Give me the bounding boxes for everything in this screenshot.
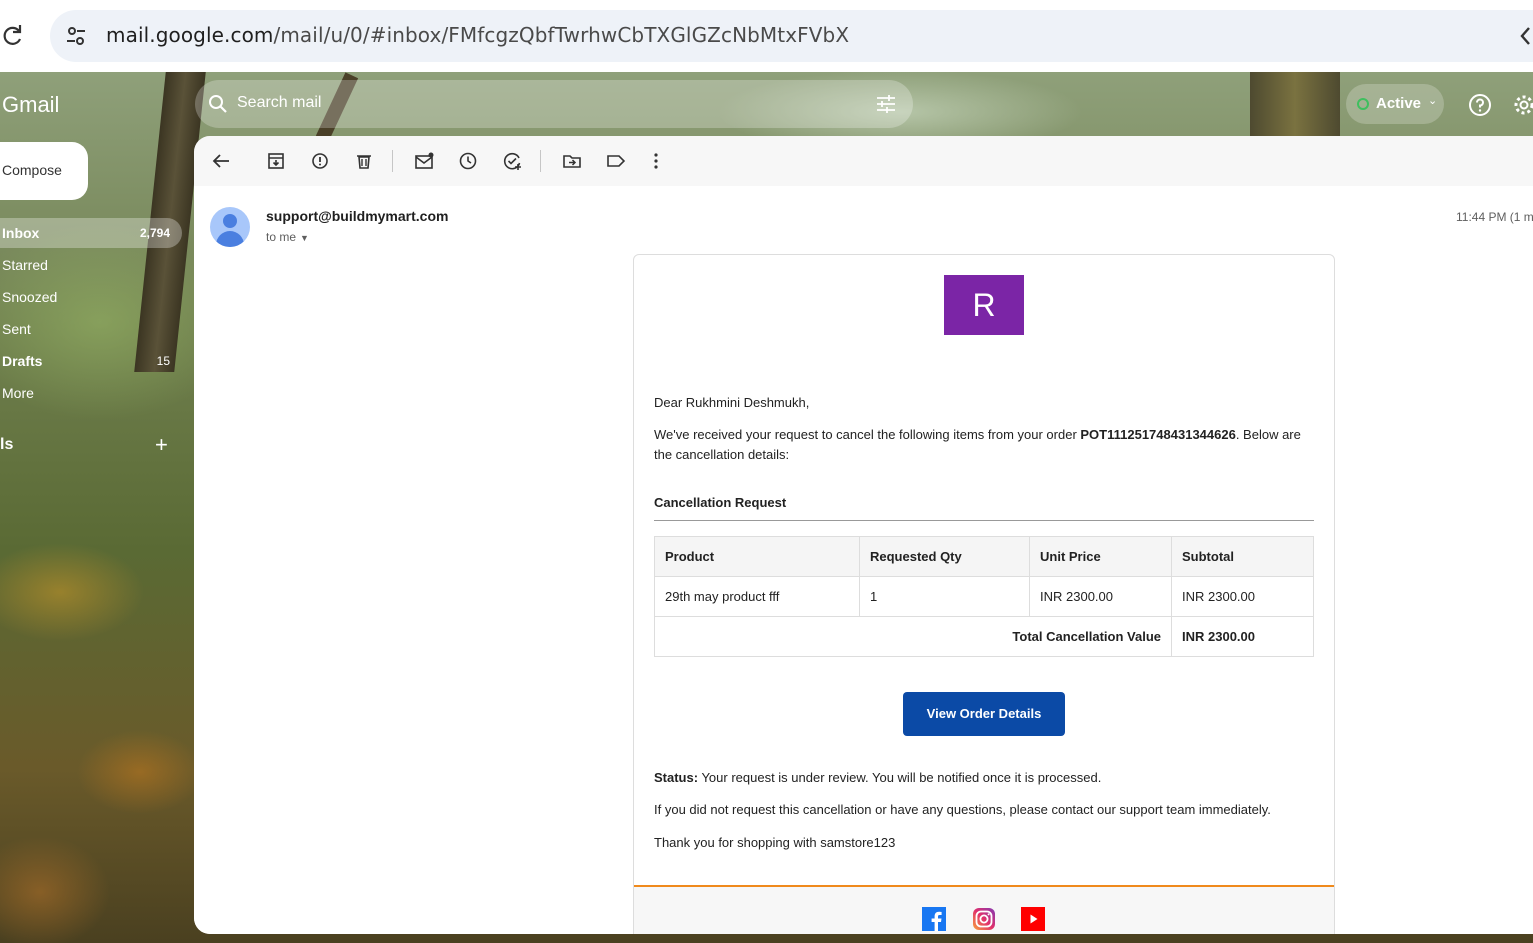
url-host: mail.google.com <box>106 23 274 47</box>
intro-paragraph: We've received your request to cancel th… <box>654 425 1314 465</box>
sidebar-item-sent[interactable]: Sent <box>0 314 182 344</box>
url-text[interactable]: mail.google.com/mail/u/0/#inbox/FMfcgzQb… <box>106 23 849 47</box>
sidebar-item-label: More <box>2 385 34 401</box>
table-header-row: Product Requested Qty Unit Price Subtota… <box>654 536 1314 577</box>
status-label: Status: <box>654 770 699 785</box>
labels-heading: ls <box>0 436 14 453</box>
gmail-app: Gmail Search mail Active ⌄ Compose Inbox… <box>0 72 1533 943</box>
add-task-icon[interactable] <box>501 150 523 172</box>
snooze-icon[interactable] <box>457 150 479 172</box>
sidebar-item-starred[interactable]: Starred <box>0 250 182 280</box>
sidebar-item-label: Inbox <box>2 225 40 241</box>
mark-unread-icon[interactable] <box>413 150 435 172</box>
recipient-details[interactable]: to me ▼ <box>266 230 309 244</box>
column-header-product: Product <box>654 536 860 577</box>
status-text: Your request is under review. You will b… <box>698 770 1102 785</box>
sender-avatar[interactable] <box>210 207 250 247</box>
sidebar-item-label: Starred <box>2 257 48 273</box>
section-divider <box>654 520 1314 521</box>
toolbar-divider <box>540 150 541 172</box>
view-order-details-button[interactable]: View Order Details <box>903 692 1065 736</box>
sidebar-item-snoozed[interactable]: Snoozed <box>0 282 182 312</box>
more-vert-icon[interactable] <box>645 150 667 172</box>
avatar-head-shape <box>223 214 237 228</box>
back-arrow-icon[interactable] <box>210 150 232 172</box>
delete-icon[interactable] <box>353 150 375 172</box>
status-dot-icon <box>1357 98 1369 110</box>
youtube-icon[interactable] <box>1021 907 1045 931</box>
cell-unit-price: INR 2300.00 <box>1029 576 1172 617</box>
move-to-icon[interactable] <box>561 150 583 172</box>
cell-qty: 1 <box>859 576 1030 617</box>
label-icon[interactable] <box>605 150 627 172</box>
status-label: Active <box>1376 95 1422 112</box>
facebook-icon[interactable] <box>922 907 946 931</box>
cell-subtotal: INR 2300.00 <box>1171 576 1314 617</box>
compose-button[interactable]: Compose <box>0 142 88 200</box>
total-value: INR 2300.00 <box>1171 616 1314 657</box>
compose-label: Compose <box>2 162 62 178</box>
sidebar-item-inbox[interactable]: Inbox 2,794 <box>0 218 182 248</box>
sidebar-item-label: Snoozed <box>2 289 58 305</box>
column-header-qty: Requested Qty <box>859 536 1030 577</box>
search-options-icon[interactable] <box>875 93 897 115</box>
brand-logo: R <box>944 275 1024 335</box>
status-paragraph: Status: Your request is under review. Yo… <box>654 768 1101 788</box>
table-total-row: Total Cancellation Value INR 2300.00 <box>654 616 1314 657</box>
sidebar-item-label: Sent <box>2 321 31 337</box>
total-label: Total Cancellation Value <box>654 616 1172 657</box>
cell-product: 29th may product fff <box>654 576 860 617</box>
report-spam-icon[interactable] <box>309 150 331 172</box>
search-input[interactable]: Search mail <box>237 94 321 112</box>
reload-icon[interactable] <box>0 22 24 50</box>
browser-toolbar: mail.google.com/mail/u/0/#inbox/FMfcgzQb… <box>0 0 1533 72</box>
message-body: support@buildmymart.com to me ▼ 11:44 PM … <box>194 186 1533 934</box>
gmail-logo[interactable]: Gmail <box>2 92 59 118</box>
cancellation-table: Product Requested Qty Unit Price Subtota… <box>654 536 1314 657</box>
site-info-icon[interactable] <box>64 24 88 48</box>
sender-email[interactable]: support@buildmymart.com <box>266 208 448 224</box>
column-header-unit-price: Unit Price <box>1029 536 1172 577</box>
sidepanel-toggle-icon[interactable] <box>1519 25 1531 53</box>
add-label-icon[interactable]: + <box>155 432 168 458</box>
help-icon[interactable] <box>1468 93 1492 117</box>
contact-paragraph: If you did not request this cancellation… <box>654 802 1271 817</box>
address-bar[interactable]: mail.google.com/mail/u/0/#inbox/FMfcgzQb… <box>50 10 1533 62</box>
archive-icon[interactable] <box>265 150 287 172</box>
thanks-paragraph: Thank you for shopping with samstore123 <box>654 835 896 850</box>
background-tree <box>1250 72 1340 142</box>
search-bar[interactable]: Search mail <box>195 80 913 128</box>
email-card: R Dear Rukhmini Deshmukh, We've received… <box>633 254 1335 934</box>
toolbar-divider <box>392 150 393 172</box>
recipient-label: to me <box>266 230 297 244</box>
gear-icon[interactable] <box>1512 93 1533 117</box>
email-footer <box>634 887 1334 934</box>
message-timestamp: 11:44 PM (1 min <box>1456 210 1533 224</box>
avatar-body-shape <box>216 231 244 247</box>
chevron-down-icon: ⌄ <box>1428 95 1438 107</box>
sidebar-item-more[interactable]: More <box>0 378 182 408</box>
status-selector[interactable]: Active ⌄ <box>1346 84 1444 124</box>
drafts-count: 15 <box>156 354 170 368</box>
unread-count: 2,794 <box>139 226 170 240</box>
table-row: 29th may product fff 1 INR 2300.00 INR 2… <box>654 576 1314 617</box>
url-path: /mail/u/0/#inbox/FMfcgzQbfTwrhwCbTXGlGZc… <box>273 23 850 47</box>
sidebar-item-label: Drafts <box>2 353 43 369</box>
order-id: POT111251748431344626 <box>1080 427 1236 442</box>
message-panel: support@buildmymart.com to me ▼ 11:44 PM … <box>194 136 1533 934</box>
section-title: Cancellation Request <box>654 495 787 510</box>
caret-down-icon: ▼ <box>300 233 309 243</box>
instagram-icon[interactable] <box>972 907 996 931</box>
message-toolbar <box>194 136 1533 186</box>
sidebar-item-drafts[interactable]: Drafts 15 <box>0 346 182 376</box>
column-header-subtotal: Subtotal <box>1171 536 1314 577</box>
intro-text: We've received your request to cancel th… <box>654 427 1081 442</box>
search-icon[interactable] <box>207 93 229 115</box>
greeting-text: Dear Rukhmini Deshmukh, <box>654 395 810 410</box>
